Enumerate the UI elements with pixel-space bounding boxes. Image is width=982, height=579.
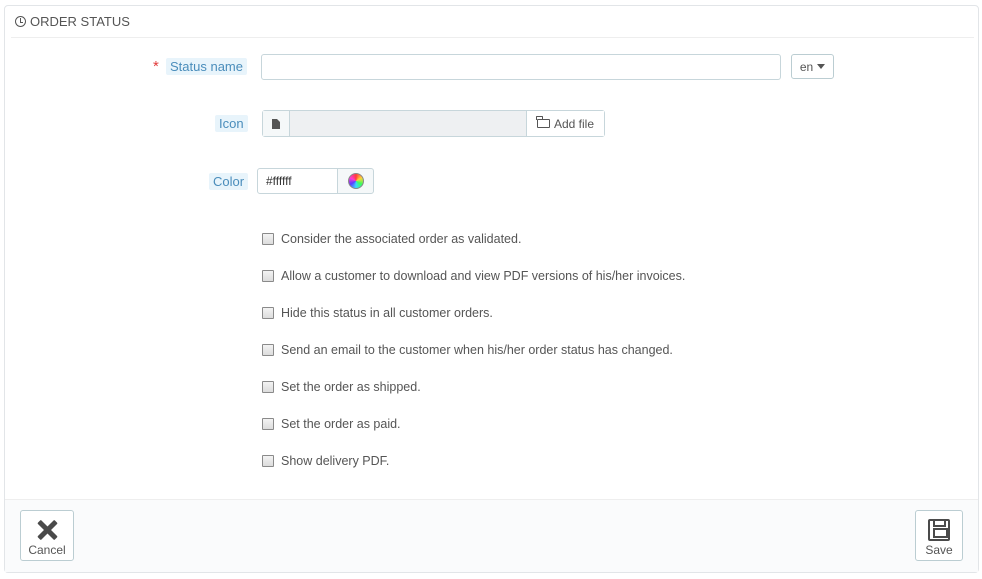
option-delivery-pdf[interactable]: Show delivery PDF. bbox=[262, 453, 389, 469]
option-label: Send an email to the customer when his/h… bbox=[281, 343, 673, 357]
status-name-input[interactable] bbox=[261, 54, 781, 80]
option-invoice-pdf[interactable]: Allow a customer to download and view PD… bbox=[262, 268, 685, 284]
option-label: Hide this status in all customer orders. bbox=[281, 306, 493, 320]
checkbox[interactable] bbox=[262, 270, 274, 282]
color-wheel-icon bbox=[347, 173, 364, 189]
option-label: Consider the associated order as validat… bbox=[281, 232, 522, 246]
option-label: Allow a customer to download and view PD… bbox=[281, 269, 686, 283]
panel-title: ORDER STATUS bbox=[30, 14, 130, 29]
caret-down-icon bbox=[817, 64, 826, 69]
language-value: en bbox=[799, 59, 814, 74]
save-icon bbox=[928, 519, 950, 541]
option-hidden[interactable]: Hide this status in all customer orders. bbox=[262, 305, 493, 321]
panel-footer bbox=[5, 499, 978, 572]
folder-open-icon bbox=[536, 116, 550, 128]
cancel-label: Cancel bbox=[28, 543, 66, 557]
icon-file-input[interactable]: Add file bbox=[262, 110, 605, 137]
option-label: Set the order as shipped. bbox=[281, 380, 421, 394]
add-file-button[interactable]: Add file bbox=[526, 111, 604, 136]
option-shipped[interactable]: Set the order as shipped. bbox=[262, 379, 421, 395]
close-icon bbox=[36, 519, 58, 541]
option-send-email[interactable]: Send an email to the customer when his/h… bbox=[262, 342, 673, 358]
icon-label: Icon bbox=[215, 115, 248, 132]
add-file-label: Add file bbox=[553, 116, 595, 131]
save-label: Save bbox=[925, 543, 953, 557]
order-status-panel: ORDER STATUS bbox=[4, 5, 979, 573]
status-name-label: Status name bbox=[166, 58, 247, 75]
color-picker-button[interactable] bbox=[337, 168, 374, 194]
required-marker: * bbox=[153, 58, 159, 75]
clock-icon bbox=[15, 16, 26, 27]
panel-heading: ORDER STATUS bbox=[11, 6, 974, 38]
color-input[interactable]: #ffffff bbox=[257, 168, 338, 194]
checkbox[interactable] bbox=[262, 233, 274, 245]
checkbox[interactable] bbox=[262, 344, 274, 356]
option-validated[interactable]: Consider the associated order as validat… bbox=[262, 231, 521, 247]
file-icon bbox=[272, 118, 280, 129]
checkbox[interactable] bbox=[262, 418, 274, 430]
option-label: Show delivery PDF. bbox=[281, 454, 390, 468]
cancel-button[interactable]: Cancel bbox=[20, 510, 74, 561]
checkbox[interactable] bbox=[262, 307, 274, 319]
color-label: Color bbox=[209, 173, 249, 190]
file-addon bbox=[263, 111, 290, 136]
checkbox[interactable] bbox=[262, 381, 274, 393]
option-label: Set the order as paid. bbox=[281, 417, 401, 431]
language-dropdown[interactable]: en bbox=[791, 54, 834, 79]
checkbox[interactable] bbox=[262, 455, 274, 467]
save-button[interactable]: Save bbox=[915, 510, 963, 561]
option-paid[interactable]: Set the order as paid. bbox=[262, 416, 401, 432]
